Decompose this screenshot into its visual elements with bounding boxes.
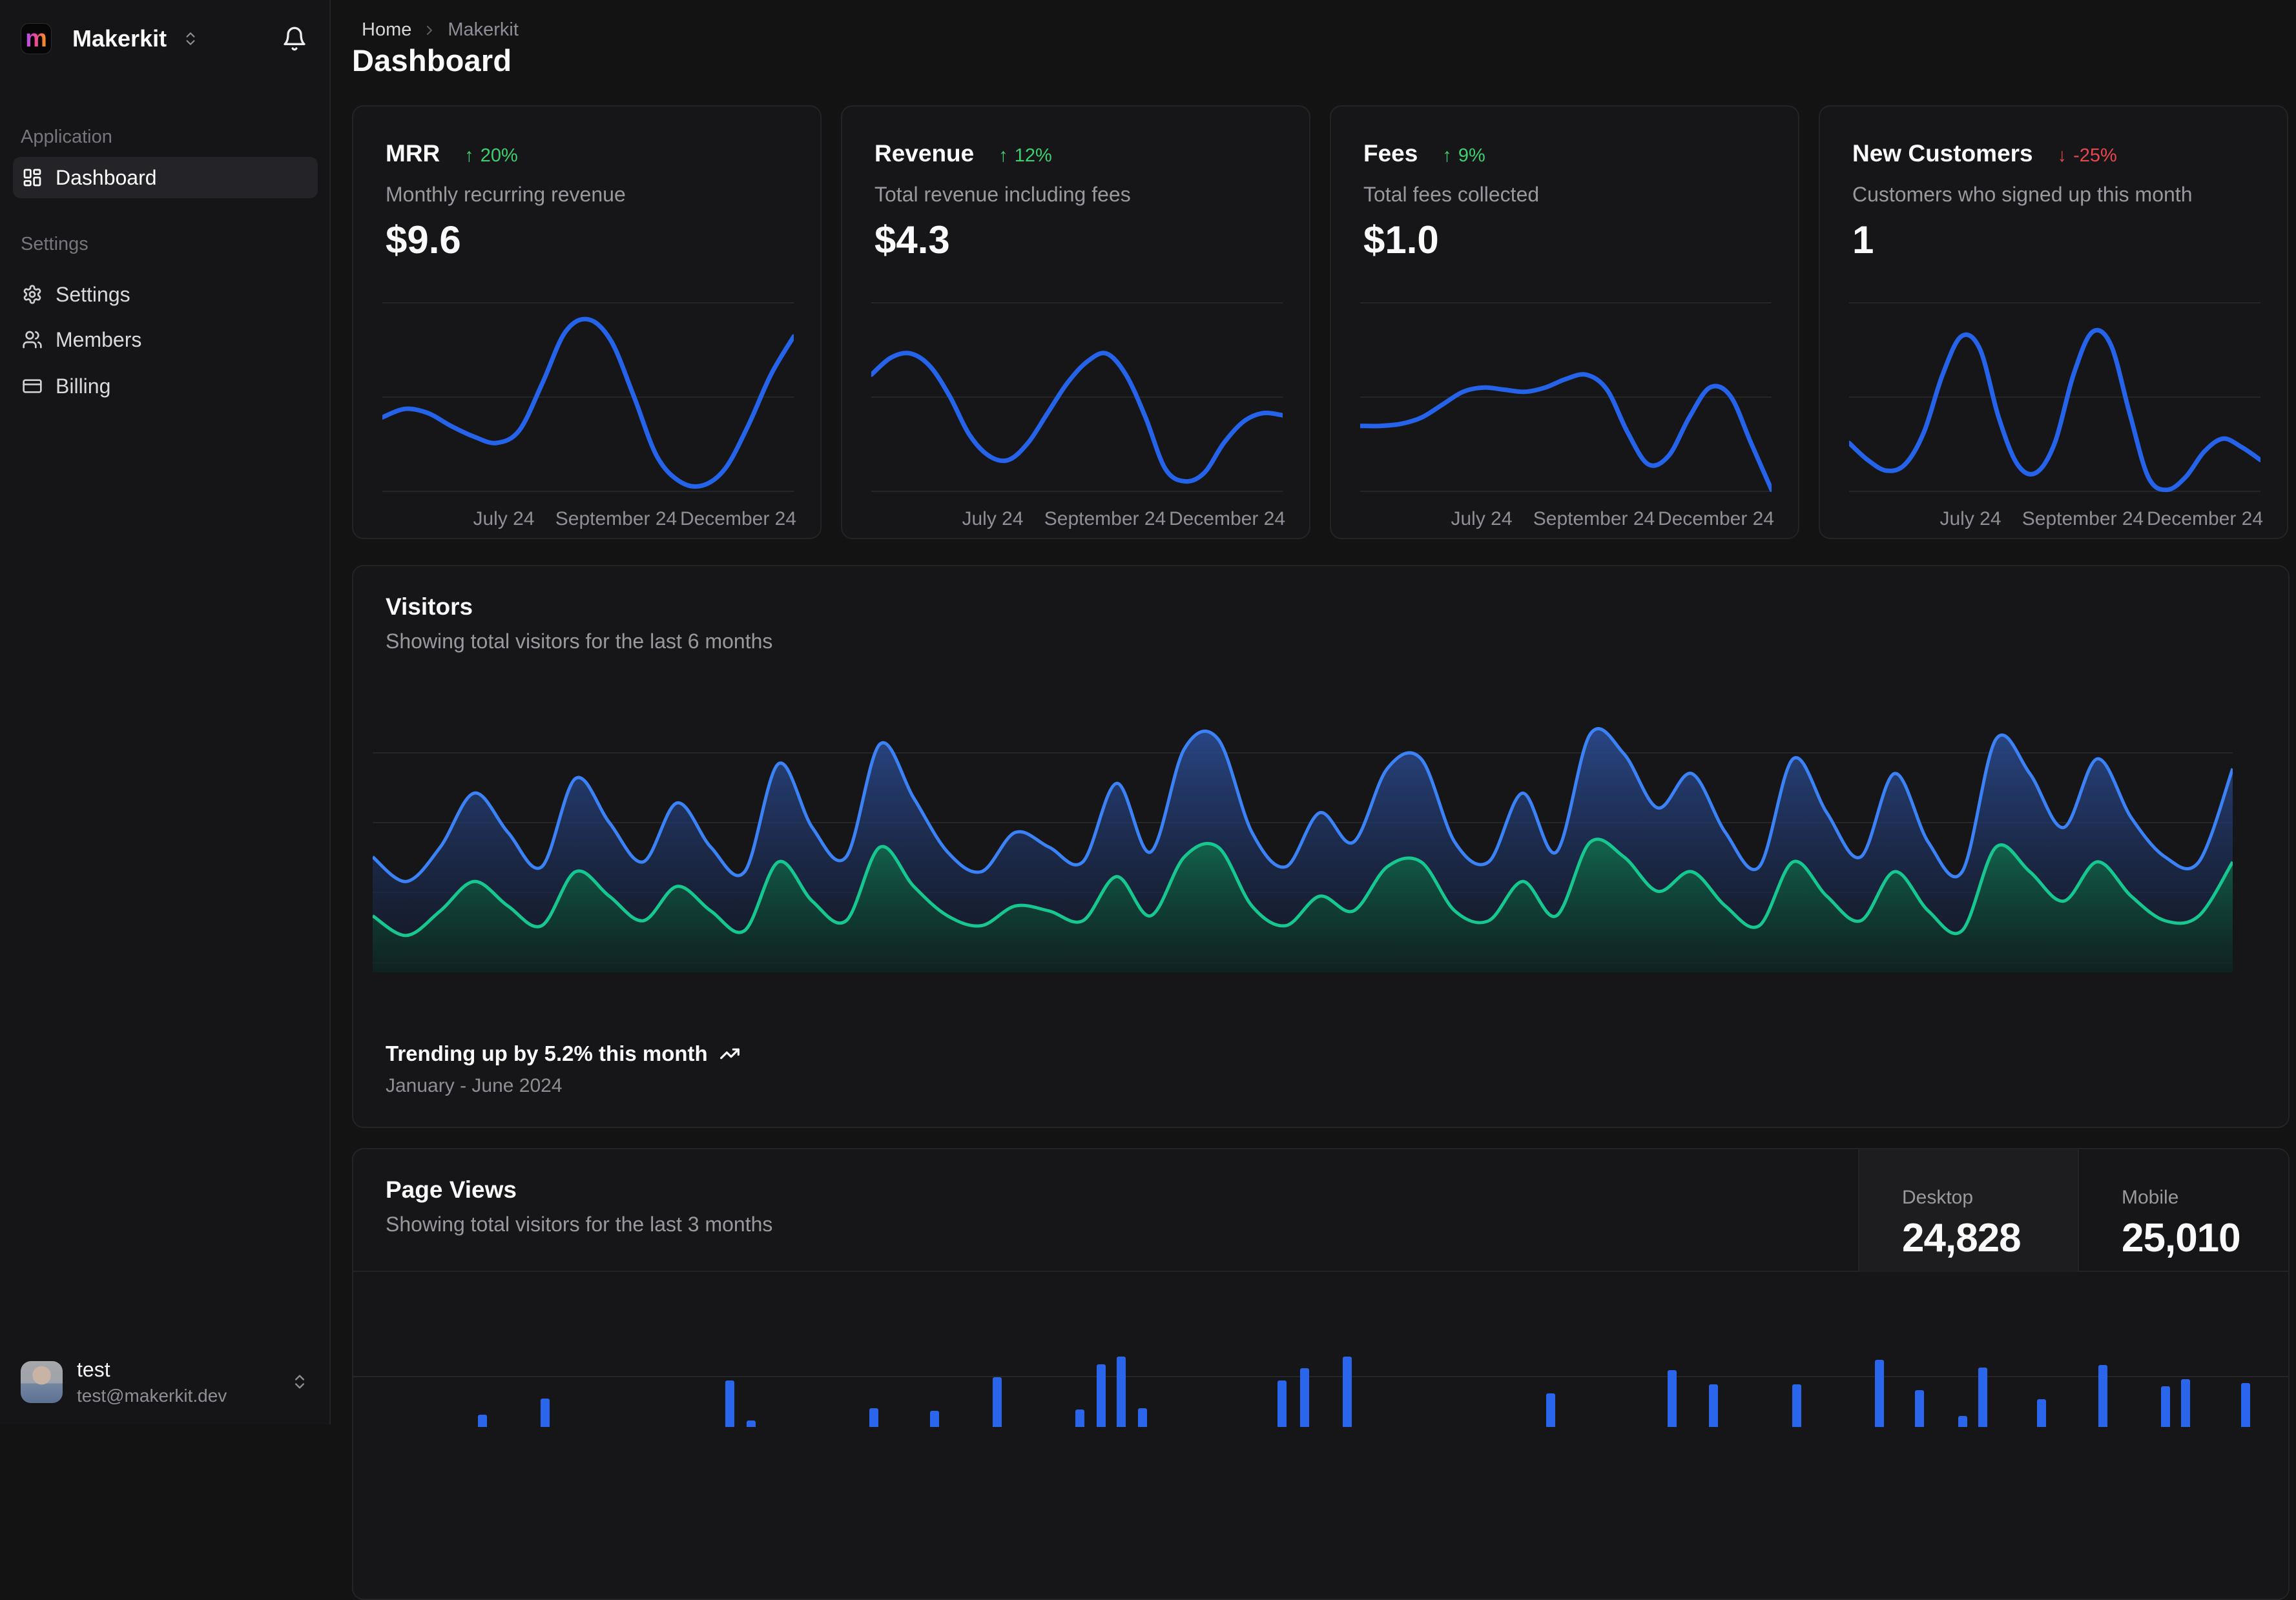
user-name: test — [77, 1357, 110, 1381]
stat-card-revenue: Revenue ↑ 12% Total revenue including fe… — [841, 105, 1310, 539]
workspace-switcher[interactable]: m Makerkit — [21, 23, 199, 54]
avatar — [21, 1360, 63, 1403]
arrow-up-icon: ↑ — [464, 145, 474, 166]
x-axis-label: December 24 — [1168, 508, 1286, 529]
section-label-settings: Settings — [21, 234, 88, 254]
stat-cards-row: MRR ↑ 20% Monthly recurring revenue $9.6… — [352, 105, 2288, 539]
page-title: Dashboard — [352, 43, 512, 77]
breadcrumb-home-link[interactable]: Home — [362, 19, 411, 41]
settings-icon — [22, 284, 43, 305]
breadcrumb-current: Makerkit — [448, 19, 519, 40]
visitors-footer: Trending up by 5.2% this month — [386, 1041, 740, 1066]
x-axis-label: September 24 — [1044, 508, 1166, 529]
tab-mobile[interactable]: Mobile 25,010 — [2078, 1149, 2288, 1272]
stat-card-mrr: MRR ↑ 20% Monthly recurring revenue $9.6… — [352, 105, 822, 539]
stat-value: 1 — [1852, 218, 1874, 262]
arrow-up-icon: ↑ — [998, 145, 1008, 166]
x-axis-label: December 24 — [679, 508, 797, 529]
page-views-subtitle: Showing total visitors for the last 3 mo… — [386, 1213, 773, 1236]
stat-card-new-customers: New Customers ↓ -25% Customers who signe… — [1819, 105, 2288, 539]
billing-icon — [22, 376, 43, 396]
stat-description: Customers who signed up this month — [1852, 183, 2193, 206]
stat-description: Monthly recurring revenue — [386, 183, 626, 206]
page-views-header: Page Views Showing total visitors for th… — [353, 1149, 2288, 1272]
trend-badge: ↑ 20% — [464, 145, 518, 166]
trending-up-icon — [719, 1043, 740, 1064]
stat-value: $9.6 — [386, 218, 461, 262]
chevrons-up-down-icon — [291, 1373, 309, 1391]
spark-chart-2 — [1360, 302, 1772, 493]
chevron-right-icon — [422, 23, 437, 38]
sidebar-item-dashboard[interactable]: Dashboard — [13, 157, 318, 198]
spark-chart-3 — [1849, 302, 2260, 493]
stat-title: Fees — [1363, 140, 1418, 167]
notifications-bell-icon[interactable] — [282, 26, 307, 52]
page-views-card: Page Views Showing total visitors for th… — [352, 1148, 2290, 1600]
x-axis-label: July 24 — [1939, 508, 2001, 529]
makerkit-logo: m — [21, 23, 52, 54]
arrow-down-icon: ↓ — [2057, 145, 2067, 166]
x-axis-label: December 24 — [1657, 508, 1775, 529]
visitors-chart — [373, 727, 2233, 972]
trend-badge: ↓ -25% — [2057, 145, 2117, 166]
visitors-card: Visitors Showing total visitors for the … — [352, 565, 2290, 1128]
visitors-date-range: January - June 2024 — [386, 1075, 563, 1096]
tab-label: Mobile — [2122, 1187, 2179, 1208]
arrow-up-icon: ↑ — [1442, 145, 1452, 166]
members-icon — [22, 329, 43, 350]
tab-value: 24,828 — [1902, 1216, 2022, 1260]
user-menu[interactable]: test test@makerkit.dev — [10, 1351, 319, 1413]
breadcrumb: Home Makerkit — [362, 19, 519, 41]
stat-value: $1.0 — [1363, 218, 1439, 262]
user-email: test@makerkit.dev — [77, 1385, 227, 1406]
workspace-name: Makerkit — [72, 25, 167, 52]
visitors-title: Visitors — [386, 593, 473, 620]
sidebar-item-label: Billing — [56, 374, 111, 398]
x-axis-label: July 24 — [962, 508, 1024, 529]
tab-value: 25,010 — [2122, 1216, 2241, 1260]
sidebar-item-label: Dashboard — [56, 165, 157, 189]
stat-card-fees: Fees ↑ 9% Total fees collected $1.0 July… — [1330, 105, 1799, 539]
visitors-trend-text: Trending up by 5.2% this month — [386, 1041, 708, 1065]
stat-description: Total revenue including fees — [874, 183, 1131, 206]
chevrons-up-down-icon — [182, 30, 199, 47]
x-axis-label: December 24 — [2146, 508, 2264, 529]
sidebar-item-label: Members — [56, 327, 142, 351]
sidebar-item-members[interactable]: Members — [13, 319, 318, 360]
pageviews-chart — [353, 1357, 2288, 1427]
stat-value: $4.3 — [874, 218, 950, 262]
sidebar-item-label: Settings — [56, 282, 130, 306]
spark-chart-1 — [871, 302, 1283, 492]
page-views-title: Page Views — [386, 1176, 517, 1203]
tab-label: Desktop — [1902, 1187, 1974, 1208]
tab-desktop[interactable]: Desktop 24,828 — [1858, 1149, 2078, 1272]
stat-title: New Customers — [1852, 140, 2033, 167]
sidebar: m Makerkit Application Dashboard Setting… — [0, 0, 331, 1424]
dashboard-icon — [22, 167, 43, 188]
x-axis-label: July 24 — [1451, 508, 1513, 529]
x-axis-label: July 24 — [473, 508, 535, 529]
stat-description: Total fees collected — [1363, 183, 1540, 206]
trend-badge: ↑ 9% — [1442, 145, 1485, 166]
trend-badge: ↑ 12% — [998, 145, 1052, 166]
x-axis-label: September 24 — [1533, 508, 1655, 529]
sidebar-item-billing[interactable]: Billing — [13, 365, 318, 407]
stat-title: Revenue — [874, 140, 975, 167]
x-axis-label: September 24 — [2022, 508, 2144, 529]
section-label-application: Application — [21, 127, 112, 147]
spark-chart-0 — [382, 302, 794, 492]
sidebar-item-settings[interactable]: Settings — [13, 274, 318, 315]
x-axis-label: September 24 — [555, 508, 677, 529]
visitors-subtitle: Showing total visitors for the last 6 mo… — [386, 630, 773, 653]
stat-title: MRR — [386, 140, 440, 167]
